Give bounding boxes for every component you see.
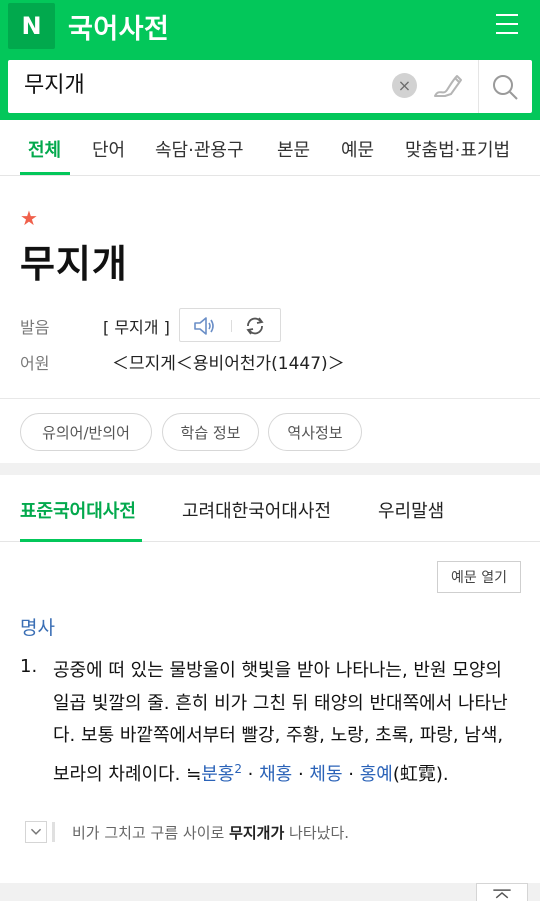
tab-idiom[interactable]: 속담·관용구	[155, 136, 244, 162]
tab-body[interactable]: 본문	[277, 136, 310, 162]
search-input[interactable]	[24, 70, 384, 95]
tab-active-indicator	[20, 172, 70, 175]
tab-example[interactable]: 예문	[341, 136, 374, 162]
star-icon: ★	[20, 206, 38, 230]
category-tabs: 전체 단어 속담·관용구 본문 예문 맞춤법·표기법	[0, 120, 540, 176]
tab-all[interactable]: 전체	[28, 136, 61, 162]
search-box: ×	[8, 60, 532, 113]
chip-learning-info[interactable]: 학습 정보	[162, 413, 259, 451]
part-of-speech: 명사	[20, 617, 55, 639]
entry-title: 무지개	[20, 242, 128, 286]
handwriting-icon[interactable]	[431, 70, 465, 102]
section-separator	[0, 463, 540, 475]
arrow-up-icon	[493, 889, 511, 899]
search-divider	[478, 60, 479, 113]
header: N 국어사전 ×	[0, 0, 540, 120]
speaker-icon[interactable]	[192, 315, 216, 337]
synonym-homonym-number: 2	[234, 761, 242, 776]
clear-icon[interactable]: ×	[392, 73, 417, 98]
etymology-label: 어원	[20, 354, 50, 373]
synonym-separator: ·	[241, 763, 260, 785]
divider	[0, 398, 540, 399]
pronunciation-controls	[179, 308, 281, 342]
synonym-separator: ·	[342, 763, 360, 785]
synonym-link-hongye[interactable]: 홍예	[360, 764, 393, 785]
tab-standard-dictionary[interactable]: 표준국어대사전	[20, 497, 136, 523]
dictionary-tabs: 표준국어대사전 고려대한국어대사전 우리말샘	[0, 475, 540, 542]
example-text: 비가 그치고 구름 사이로	[72, 824, 230, 842]
synonym-link-bunhong[interactable]: 분홍	[201, 764, 234, 785]
search-icon[interactable]	[488, 70, 522, 104]
pronunciation-label: 발음	[20, 318, 50, 337]
chip-synonym-antonym[interactable]: 유의어/반의어	[20, 413, 152, 451]
synonym-separator: ·	[292, 763, 310, 785]
hanja: (虹霓).	[392, 763, 449, 785]
bottom-separator	[0, 883, 540, 901]
definition-number: 1.	[20, 656, 38, 677]
tab-korea-univ-dictionary[interactable]: 고려대한국어대사전	[182, 497, 331, 523]
scroll-top-button[interactable]	[476, 883, 528, 901]
example-expand-button[interactable]	[25, 821, 47, 843]
synonym-link-chaehong[interactable]: 채홍	[259, 764, 292, 785]
chip-history-info[interactable]: 역사정보	[268, 413, 362, 451]
open-examples-button[interactable]: 예문 열기	[437, 561, 521, 593]
pronunciation-separator	[231, 320, 232, 332]
example-bar	[52, 822, 55, 842]
naver-logo[interactable]: N	[8, 3, 55, 49]
definition-text: 공중에 떠 있는 물방울이 햇빛을 받아 나타나는, 반원 모양의 일곱 빛깔의…	[53, 655, 523, 791]
pronunciation-value: [ 무지개 ]	[103, 318, 170, 337]
etymology-value: ＜므지게＜용비어천가(1447)＞	[112, 354, 345, 374]
example-highlight: 무지개가	[229, 824, 285, 842]
tab-spelling[interactable]: 맞춤법·표기법	[405, 136, 510, 162]
tab-word[interactable]: 단어	[92, 136, 125, 162]
tab-urimalsaem[interactable]: 우리말샘	[378, 497, 444, 523]
dictionary-brand[interactable]: 국어사전	[68, 7, 169, 46]
chevron-down-icon	[30, 828, 42, 835]
synonym-link-chedong[interactable]: 체동	[309, 764, 342, 785]
repeat-icon[interactable]	[244, 316, 266, 336]
example-sentence: 비가 그치고 구름 사이로 무지개가 나타났다.	[72, 822, 349, 843]
dictionary-tab-indicator	[20, 539, 142, 542]
menu-icon[interactable]	[496, 14, 518, 36]
example-text-end: 나타났다.	[284, 824, 350, 842]
